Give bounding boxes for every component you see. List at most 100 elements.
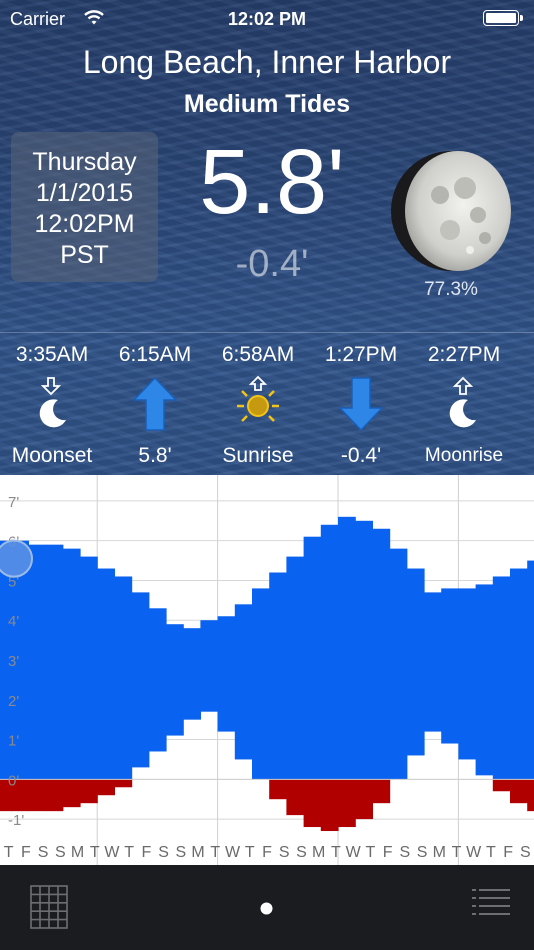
tide-range-bar — [458, 588, 477, 760]
x-day-label: F — [262, 844, 272, 861]
negative-tide-bar — [269, 779, 287, 800]
y-tick-label: 0' — [8, 772, 19, 789]
time-label: 12:02PM — [34, 210, 135, 238]
sunrise-icon — [237, 376, 279, 422]
x-day-label: T — [245, 844, 255, 861]
x-day-label: S — [158, 844, 169, 861]
tide-range-bar — [320, 524, 339, 780]
y-tick-label: 1' — [8, 733, 19, 750]
date-label: 1/1/2015 — [35, 179, 134, 207]
page-indicator-dot — [260, 902, 273, 915]
y-tick-label: 2' — [8, 693, 19, 710]
tide-range-bar — [424, 592, 442, 732]
timezone-label: PST — [60, 241, 109, 269]
conditions-panel: Carrier 12:02 PM Long Beach, Inner Harbo… — [0, 0, 534, 475]
x-day-label: W — [104, 844, 120, 861]
high-tide-arrow-icon — [132, 376, 178, 431]
moon-illumination: 77.3% — [424, 279, 478, 300]
tide-range-bar — [200, 620, 219, 712]
negative-tide-bar — [320, 779, 339, 832]
tide-range-bar — [527, 560, 534, 780]
y-tick-label: 4' — [8, 613, 19, 630]
tide-range-bar — [269, 572, 287, 780]
y-tick-label: 7' — [8, 494, 19, 511]
tide-range-bar — [252, 588, 270, 780]
date-box[interactable]: Thursday 1/1/2015 12:02PM PST — [11, 132, 158, 282]
x-day-label: F — [503, 844, 513, 861]
negative-tide-bar — [303, 779, 322, 828]
y-tick-label: 3' — [8, 653, 19, 670]
tide-range-bar — [28, 544, 47, 780]
event-time: 6:58AM — [221, 343, 295, 366]
calendar-grid-icon[interactable] — [30, 885, 68, 929]
event-next-partial: 4 S — [474, 340, 534, 470]
x-day-label: T — [486, 844, 496, 861]
x-day-label: T — [4, 844, 14, 861]
x-day-label: T — [331, 844, 341, 861]
tide-range-bar — [406, 568, 425, 756]
tide-range-bar — [62, 548, 81, 780]
event-label: -0.4' — [340, 444, 382, 467]
event-low-tide: 1:27PM -0.4' — [306, 340, 416, 470]
tide-range-bar — [148, 608, 167, 752]
x-day-label: W — [225, 844, 241, 861]
location-title[interactable]: Long Beach, Inner Harbor — [0, 44, 534, 81]
event-time: 6:15AM — [118, 343, 192, 366]
x-day-label: S — [296, 844, 307, 861]
current-time-marker — [0, 539, 33, 578]
x-day-label: M — [191, 844, 204, 861]
negative-tide-bar — [510, 779, 528, 804]
x-day-label: M — [71, 844, 84, 861]
tide-range-bar — [303, 536, 322, 780]
x-day-label: F — [383, 844, 393, 861]
tide-range-bar — [475, 584, 494, 776]
tide-range-bar — [338, 516, 356, 780]
x-day-label: S — [417, 844, 428, 861]
current-tide-height: 5.8' — [199, 131, 345, 233]
x-day-label: S — [176, 844, 187, 861]
negative-tide-bar — [97, 779, 115, 796]
event-label: Moonset — [11, 444, 93, 467]
tide-range-bar — [492, 576, 511, 780]
negative-tide-bar — [286, 779, 305, 816]
tide-range-bar — [217, 616, 236, 732]
tide-range-bar — [389, 548, 408, 780]
list-menu-icon[interactable] — [472, 889, 510, 915]
x-day-label: T — [452, 844, 462, 861]
tide-range-bar — [80, 556, 98, 780]
tide-range-bar — [510, 568, 528, 780]
event-label: S — [474, 442, 534, 470]
tide-range-bar — [131, 592, 150, 768]
negative-tide-bar — [338, 779, 356, 828]
tide-range-bar — [114, 576, 133, 780]
negative-tide-bar — [80, 779, 98, 804]
tide-change: -0.4' — [235, 243, 309, 285]
event-label: Sunrise — [222, 444, 294, 467]
tide-chart-svg[interactable]: -1'0'1'2'3'4'5'6'7'TFSSMTWTFSSMTWTFSSMTW… — [0, 475, 534, 865]
negative-tide-bar — [28, 779, 47, 812]
event-time: 1:27PM — [324, 343, 398, 366]
tide-level-label: Medium Tides — [183, 90, 351, 118]
x-day-label: S — [55, 844, 66, 861]
x-day-label: T — [124, 844, 134, 861]
events-strip[interactable]: 3:35AM Moonset 6:15AM 5.8' 6:58AM Sunris… — [0, 340, 534, 475]
moon-phase-icon — [391, 151, 511, 271]
event-time: 4 — [474, 340, 534, 370]
event-label: 5.8' — [138, 444, 172, 467]
x-day-label: M — [433, 844, 446, 861]
day-label: Thursday — [32, 148, 137, 176]
tide-range-bar — [166, 624, 184, 736]
negative-tide-bar — [62, 779, 81, 808]
x-day-label: F — [21, 844, 31, 861]
x-day-label: T — [365, 844, 375, 861]
tide-range-bar — [234, 604, 253, 760]
low-tide-arrow-icon — [338, 377, 384, 432]
x-day-label: T — [210, 844, 220, 861]
tide-range-bar — [45, 544, 64, 780]
tide-chart[interactable]: -1'0'1'2'3'4'5'6'7'TFSSMTWTFSSMTWTFSSMTW… — [0, 475, 534, 865]
x-day-label: S — [38, 844, 49, 861]
tide-range-bar — [183, 628, 201, 720]
event-sunrise: 6:58AM Sunrise — [203, 340, 313, 470]
event-time: 3:35AM — [15, 343, 89, 366]
x-day-label: S — [520, 844, 531, 861]
